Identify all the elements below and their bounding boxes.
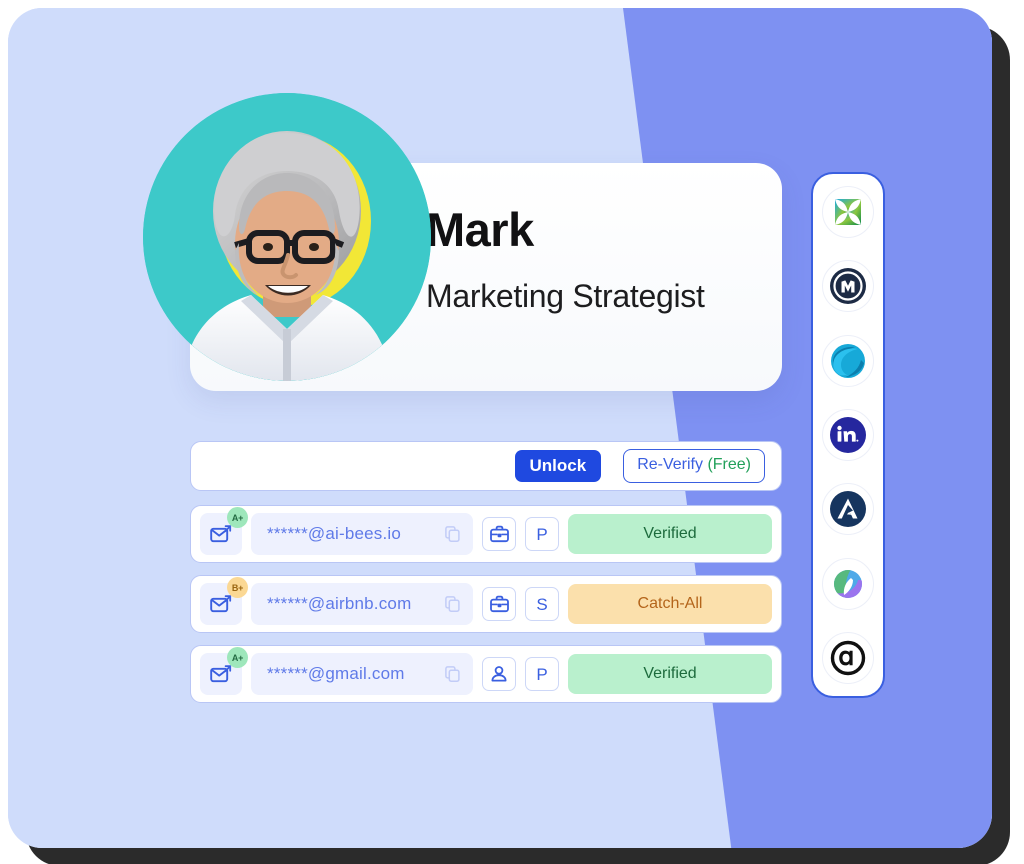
profile-job-title: Marketing Strategist — [426, 278, 705, 315]
status-badge: Verified — [568, 654, 772, 694]
integration-item-lusha[interactable] — [822, 260, 874, 313]
email-field[interactable]: ******@gmail.com — [251, 653, 473, 695]
integration-rail — [811, 172, 885, 698]
page-title: Mark — [426, 203, 534, 256]
app-window: Mark Marketing Strategist Unlock Re-Veri… — [8, 8, 992, 848]
email-address: ******@gmail.com — [267, 664, 405, 683]
integration-item-apollo[interactable] — [822, 483, 874, 536]
apollo-logo-icon — [830, 491, 866, 528]
email-address: ******@ai-bees.io — [267, 524, 402, 543]
email-field[interactable]: ******@airbnb.com — [251, 583, 473, 625]
action-bar: Unlock Re-Verify (Free) — [190, 441, 782, 491]
table-row: A+ ******@ai-bees.io P Verified — [190, 505, 782, 563]
re-verify-button[interactable]: Re-Verify (Free) — [623, 449, 765, 483]
integration-item-moodle[interactable] — [822, 408, 874, 461]
briefcase-icon — [489, 525, 509, 543]
lusha-logo-icon — [830, 268, 866, 305]
copy-icon[interactable] — [445, 596, 460, 612]
email-icon-cell: B+ — [200, 577, 248, 625]
profile-text-block: Mark Marketing Strategist — [426, 205, 756, 315]
email-type-work-button[interactable] — [482, 517, 516, 551]
briefcase-icon — [489, 595, 509, 613]
avatar — [143, 93, 431, 381]
email-source-button[interactable]: P — [525, 657, 559, 691]
zoominfo-logo-icon — [835, 199, 861, 225]
integration-item-clearbit[interactable] — [822, 557, 874, 610]
screenshot-root: Mark Marketing Strategist Unlock Re-Veri… — [0, 0, 1024, 864]
email-type-work-button[interactable] — [482, 587, 516, 621]
adapt-logo-icon — [830, 640, 866, 676]
clearbit-logo-icon — [834, 569, 862, 598]
re-verify-label: Re-Verify — [637, 456, 703, 474]
unlock-button[interactable]: Unlock — [514, 450, 602, 482]
status-badge: A+ — [227, 507, 248, 528]
email-field[interactable]: ******@ai-bees.io — [251, 513, 473, 555]
email-type-personal-button[interactable] — [482, 657, 516, 691]
email-source-button[interactable]: S — [525, 587, 559, 621]
moodle-logo-icon — [830, 416, 866, 453]
email-icon-cell: A+ — [200, 647, 248, 695]
integration-item-zoominfo[interactable] — [822, 186, 874, 238]
email-open-icon — [210, 595, 232, 613]
table-row: A+ ******@gmail.com P Verified — [190, 645, 782, 703]
person-photo-icon — [143, 93, 431, 381]
email-source-button[interactable]: P — [525, 517, 559, 551]
email-icon-cell: A+ — [200, 507, 248, 555]
integration-item-adapt[interactable] — [822, 631, 874, 684]
copy-icon[interactable] — [445, 526, 460, 542]
status-badge: B+ — [227, 577, 248, 598]
re-verify-free-label: (Free) — [703, 456, 751, 474]
integration-item-seamless-ai[interactable] — [822, 334, 874, 387]
copy-icon[interactable] — [445, 666, 460, 682]
person-icon — [491, 666, 507, 682]
email-open-icon — [210, 525, 232, 543]
status-badge: Verified — [568, 514, 772, 554]
status-badge: A+ — [227, 647, 248, 668]
status-badge: Catch-All — [568, 584, 772, 624]
table-row: B+ ******@airbnb.com S Catch-All — [190, 575, 782, 633]
email-open-icon — [210, 665, 232, 683]
seamless-ai-logo-icon — [831, 343, 865, 378]
email-address: ******@airbnb.com — [267, 594, 412, 613]
